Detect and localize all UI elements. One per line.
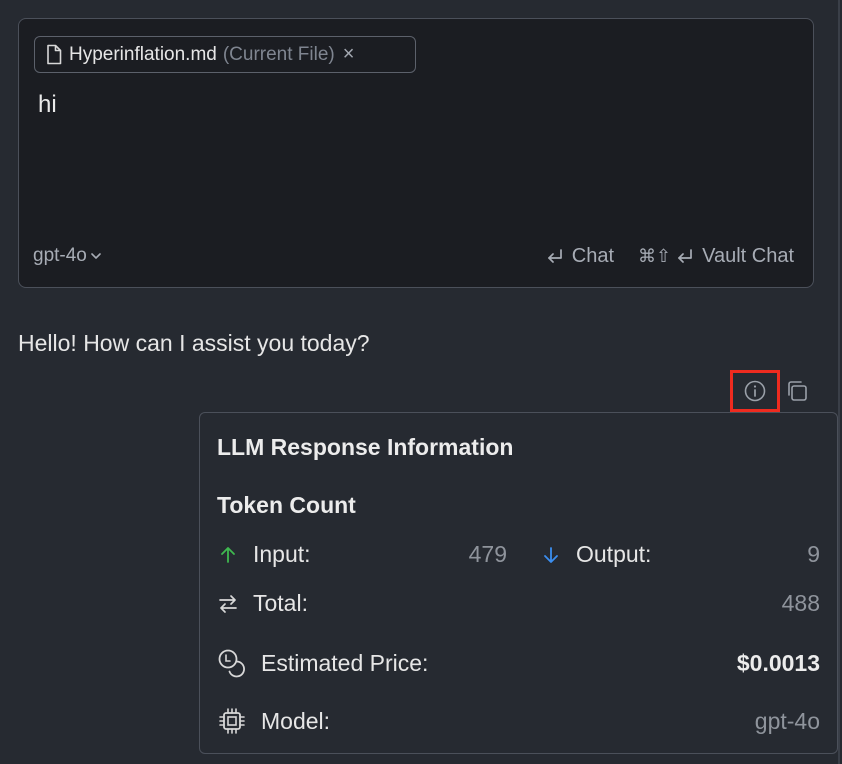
chat-send-label: Chat [571,245,614,267]
output-tokens-value: 9 [807,541,820,567]
swap-arrows-icon [217,593,239,615]
vault-chat-button[interactable]: ⌘⇧ Vault Chat [638,245,794,268]
enter-key-icon [678,248,692,263]
input-tokens-label: Input: [253,541,311,567]
arrow-down-icon [540,544,562,566]
model-value: gpt-4o [754,707,820,734]
info-button[interactable] [730,370,780,412]
model-selector[interactable]: gpt-4o [33,245,102,267]
model-label: Model: [261,707,331,734]
send-hints: Chat ⌘⇧ Vault Chat [545,245,794,268]
total-tokens-row: Total: 488 [217,590,820,617]
chat-composer[interactable]: Hyperinflation.md (Current File) × hi gp… [18,18,814,288]
panel-divider[interactable] [838,0,840,764]
assistant-message: Hello! How can I assist you today? [18,330,370,356]
context-file-chip[interactable]: Hyperinflation.md (Current File) × [34,36,416,73]
enter-key-icon [547,248,562,263]
token-count-heading: Token Count [217,492,356,518]
estimated-price-label: Estimated Price: [261,649,429,676]
coins-icon [217,648,247,678]
chat-panel: Hyperinflation.md (Current File) × hi gp… [0,0,842,764]
total-tokens-value: 488 [781,590,820,616]
cmd-shift-keys: ⌘⇧ [638,246,672,266]
chevron-down-icon [91,253,101,259]
response-info-popover: LLM Response Information Token Count Inp… [199,412,838,754]
output-tokens-label: Output: [576,541,652,567]
arrow-up-icon [217,544,239,566]
chat-input[interactable]: hi [38,91,57,119]
cpu-chip-icon [217,706,247,736]
file-icon [47,44,62,65]
model-selector-label: gpt-4o [33,245,87,266]
message-actions [730,370,810,412]
estimated-price-row: Estimated Price: $0.0013 [217,648,820,678]
info-icon [744,380,766,402]
popover-title: LLM Response Information [217,434,514,460]
model-row: Model: gpt-4o [217,706,820,736]
input-tokens-value: 479 [468,541,507,567]
context-file-name: Hyperinflation.md [69,43,217,65]
close-icon[interactable]: × [343,43,355,66]
estimated-price-value: $0.0013 [736,649,820,676]
chat-send-button[interactable]: Chat [545,245,614,268]
copy-icon[interactable] [784,378,810,404]
vault-chat-label: Vault Chat [702,245,794,267]
output-tokens-row: Output: 9 [540,541,820,568]
context-file-note: (Current File) [222,43,335,65]
input-tokens-row: Input: 479 [217,541,507,568]
total-tokens-label: Total: [253,590,308,616]
